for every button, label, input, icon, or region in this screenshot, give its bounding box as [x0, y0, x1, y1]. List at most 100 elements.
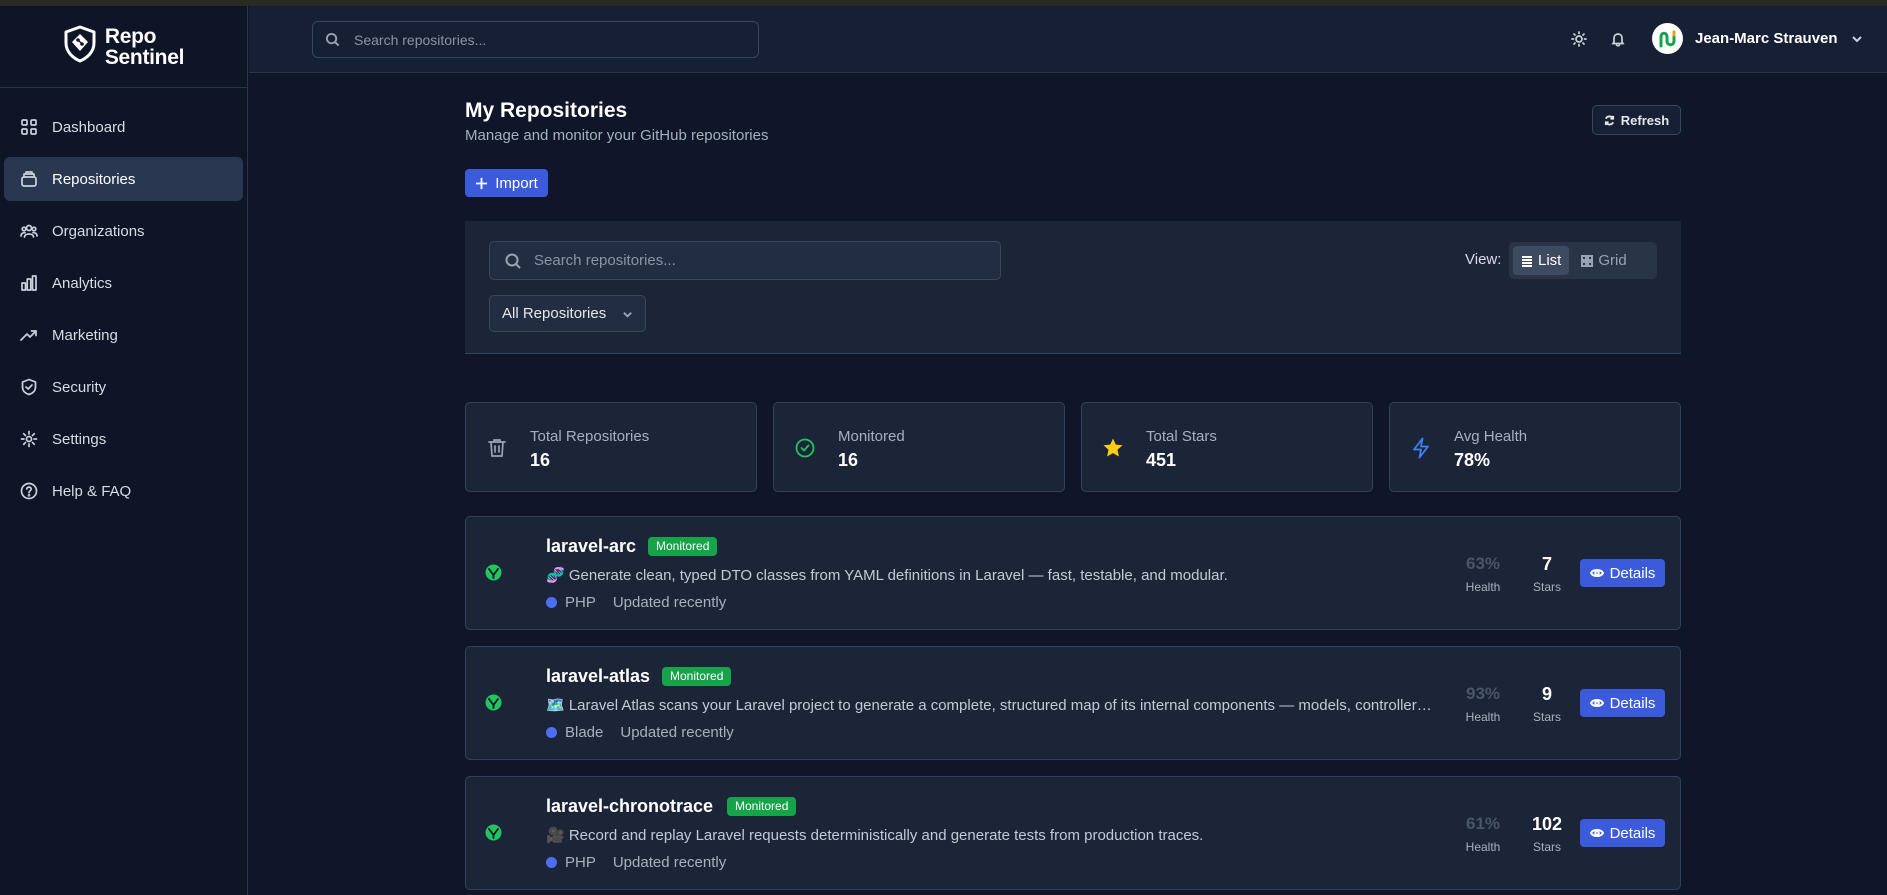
repo-updated: Updated recently: [612, 854, 727, 871]
user-name: Jean-Marc Strauven: [1695, 30, 1838, 47]
avatar: [1652, 23, 1683, 54]
details-label: Details: [1609, 824, 1656, 842]
stat-label: Total Stars: [1146, 428, 1217, 445]
stat-card-avg-health: Avg Health 78%: [1389, 402, 1681, 492]
sun-icon[interactable]: [1571, 31, 1589, 49]
sidebar-item-label: Organizations: [52, 222, 145, 240]
repo-health-value: 61%: [1465, 814, 1501, 833]
brand-line-2: Sentinel: [104, 45, 185, 69]
sidebar-item-label: Security: [52, 378, 107, 396]
bell-icon[interactable]: [1610, 31, 1628, 49]
sidebar-item-security[interactable]: Security: [4, 365, 243, 409]
repo-meta: PHP Updated recently: [546, 594, 726, 611]
list-icon: [1522, 255, 1532, 267]
stat-card-monitored: Monitored 16: [773, 402, 1065, 492]
bar-chart-icon: [21, 275, 37, 291]
monitored-status-icon: [485, 694, 502, 711]
status-badge: Monitored: [727, 797, 797, 816]
status-badge: Monitored: [662, 667, 732, 686]
repo-updated: Updated recently: [620, 724, 734, 741]
search-icon: [505, 253, 521, 269]
refresh-button[interactable]: Refresh: [1592, 105, 1681, 135]
repo-stars-label: Stars: [1532, 580, 1561, 594]
global-search[interactable]: [312, 21, 759, 58]
sidebar-item-marketing[interactable]: Marketing: [4, 313, 243, 357]
grid-icon: [21, 119, 37, 135]
brand-logo[interactable]: Repo Sentinel: [0, 6, 247, 88]
chevron-down-icon: [623, 312, 632, 318]
users-icon: [20, 224, 38, 238]
global-search-input[interactable]: [354, 31, 734, 48]
sidebar: Repo Sentinel Dashboard Repositories Org…: [0, 6, 248, 895]
repo-health-value: 63%: [1465, 554, 1501, 573]
sidebar-item-label: Settings: [52, 430, 107, 448]
import-button[interactable]: Import: [465, 169, 548, 197]
gear-icon: [20, 430, 38, 448]
repo-meta: PHP Updated recently: [546, 854, 726, 871]
repo-language: PHP: [565, 854, 596, 871]
repo-stars-value: 7: [1541, 554, 1552, 574]
sidebar-item-dashboard[interactable]: Dashboard: [4, 105, 243, 149]
repo-updated: Updated recently: [612, 594, 727, 611]
language-dot: [546, 857, 557, 868]
trending-up-icon: [20, 330, 37, 341]
repo-stars-value: 9: [1541, 684, 1552, 704]
repo-health-value: 93%: [1465, 684, 1501, 703]
sidebar-item-organizations[interactable]: Organizations: [4, 209, 243, 253]
details-button[interactable]: Details: [1580, 559, 1665, 587]
repo-name[interactable]: laravel-arc: [546, 536, 636, 557]
page-subtitle: Manage and monitor your GitHub repositor…: [465, 127, 769, 144]
sidebar-item-label: Dashboard: [52, 118, 126, 136]
shield-check-icon: [21, 378, 37, 396]
refresh-label: Refresh: [1620, 112, 1670, 128]
repo-description: 🧬 Generate clean, typed DTO classes from…: [546, 567, 1228, 584]
stat-value: 16: [530, 450, 551, 470]
shield-icon: [63, 25, 97, 68]
repo-stars-label: Stars: [1532, 840, 1561, 854]
repo-search[interactable]: [489, 241, 1001, 280]
repo-stars-value: 102: [1531, 814, 1563, 834]
stat-label: Avg Health: [1454, 428, 1528, 445]
eye-icon: [1589, 569, 1604, 577]
repo-name[interactable]: laravel-atlas: [546, 666, 650, 687]
filter-panel: All Repositories View: List Grid: [465, 221, 1681, 354]
stat-value: 78%: [1454, 450, 1491, 470]
eye-icon: [1589, 829, 1604, 837]
refresh-icon: [1604, 115, 1614, 125]
repo-search-input[interactable]: [534, 252, 974, 269]
sidebar-item-analytics[interactable]: Analytics: [4, 261, 243, 305]
details-button[interactable]: Details: [1580, 689, 1665, 717]
repo-language: Blade: [565, 724, 604, 741]
sidebar-item-label: Marketing: [52, 326, 118, 344]
repo-card-laravel-chronotrace[interactable]: laravel-chronotrace Monitored 🎥 Record a…: [465, 776, 1681, 890]
repo-health-label: Health: [1465, 710, 1501, 724]
view-grid-button[interactable]: Grid: [1573, 246, 1634, 275]
sidebar-item-settings[interactable]: Settings: [4, 417, 243, 461]
top-header: Jean-Marc Strauven: [249, 6, 1887, 73]
brand-name: Repo Sentinel: [104, 26, 185, 69]
repo-name[interactable]: laravel-chronotrace: [546, 796, 713, 817]
repo-stars-label: Stars: [1532, 710, 1561, 724]
view-toggle: List Grid: [1509, 242, 1657, 279]
repo-health-label: Health: [1465, 840, 1501, 854]
repo-card-laravel-atlas[interactable]: laravel-atlas Monitored 🗺️ Laravel Atlas…: [465, 646, 1681, 760]
repo-card-laravel-arc[interactable]: laravel-arc Monitored 🧬 Generate clean, …: [465, 516, 1681, 630]
user-menu[interactable]: Jean-Marc Strauven: [1652, 23, 1864, 54]
repo-meta: Blade Updated recently: [546, 724, 734, 741]
details-button[interactable]: Details: [1580, 819, 1665, 847]
sidebar-item-repositories[interactable]: Repositories: [4, 157, 243, 201]
stat-value: 16: [838, 450, 859, 470]
details-label: Details: [1609, 564, 1656, 582]
page-title: My Repositories: [465, 99, 628, 122]
help-circle-icon: [20, 482, 38, 500]
repository-filter-select[interactable]: All Repositories: [489, 295, 646, 332]
check-circle-icon: [795, 438, 815, 458]
language-dot: [546, 597, 557, 608]
stat-card-total-stars: Total Stars 451: [1081, 402, 1373, 492]
sidebar-item-help[interactable]: Help & FAQ: [4, 469, 243, 513]
stat-value: 451: [1146, 450, 1177, 470]
view-list-button[interactable]: List: [1513, 246, 1570, 275]
chevron-down-icon: [1851, 35, 1862, 42]
view-grid-label: Grid: [1598, 252, 1627, 269]
details-label: Details: [1609, 694, 1656, 712]
